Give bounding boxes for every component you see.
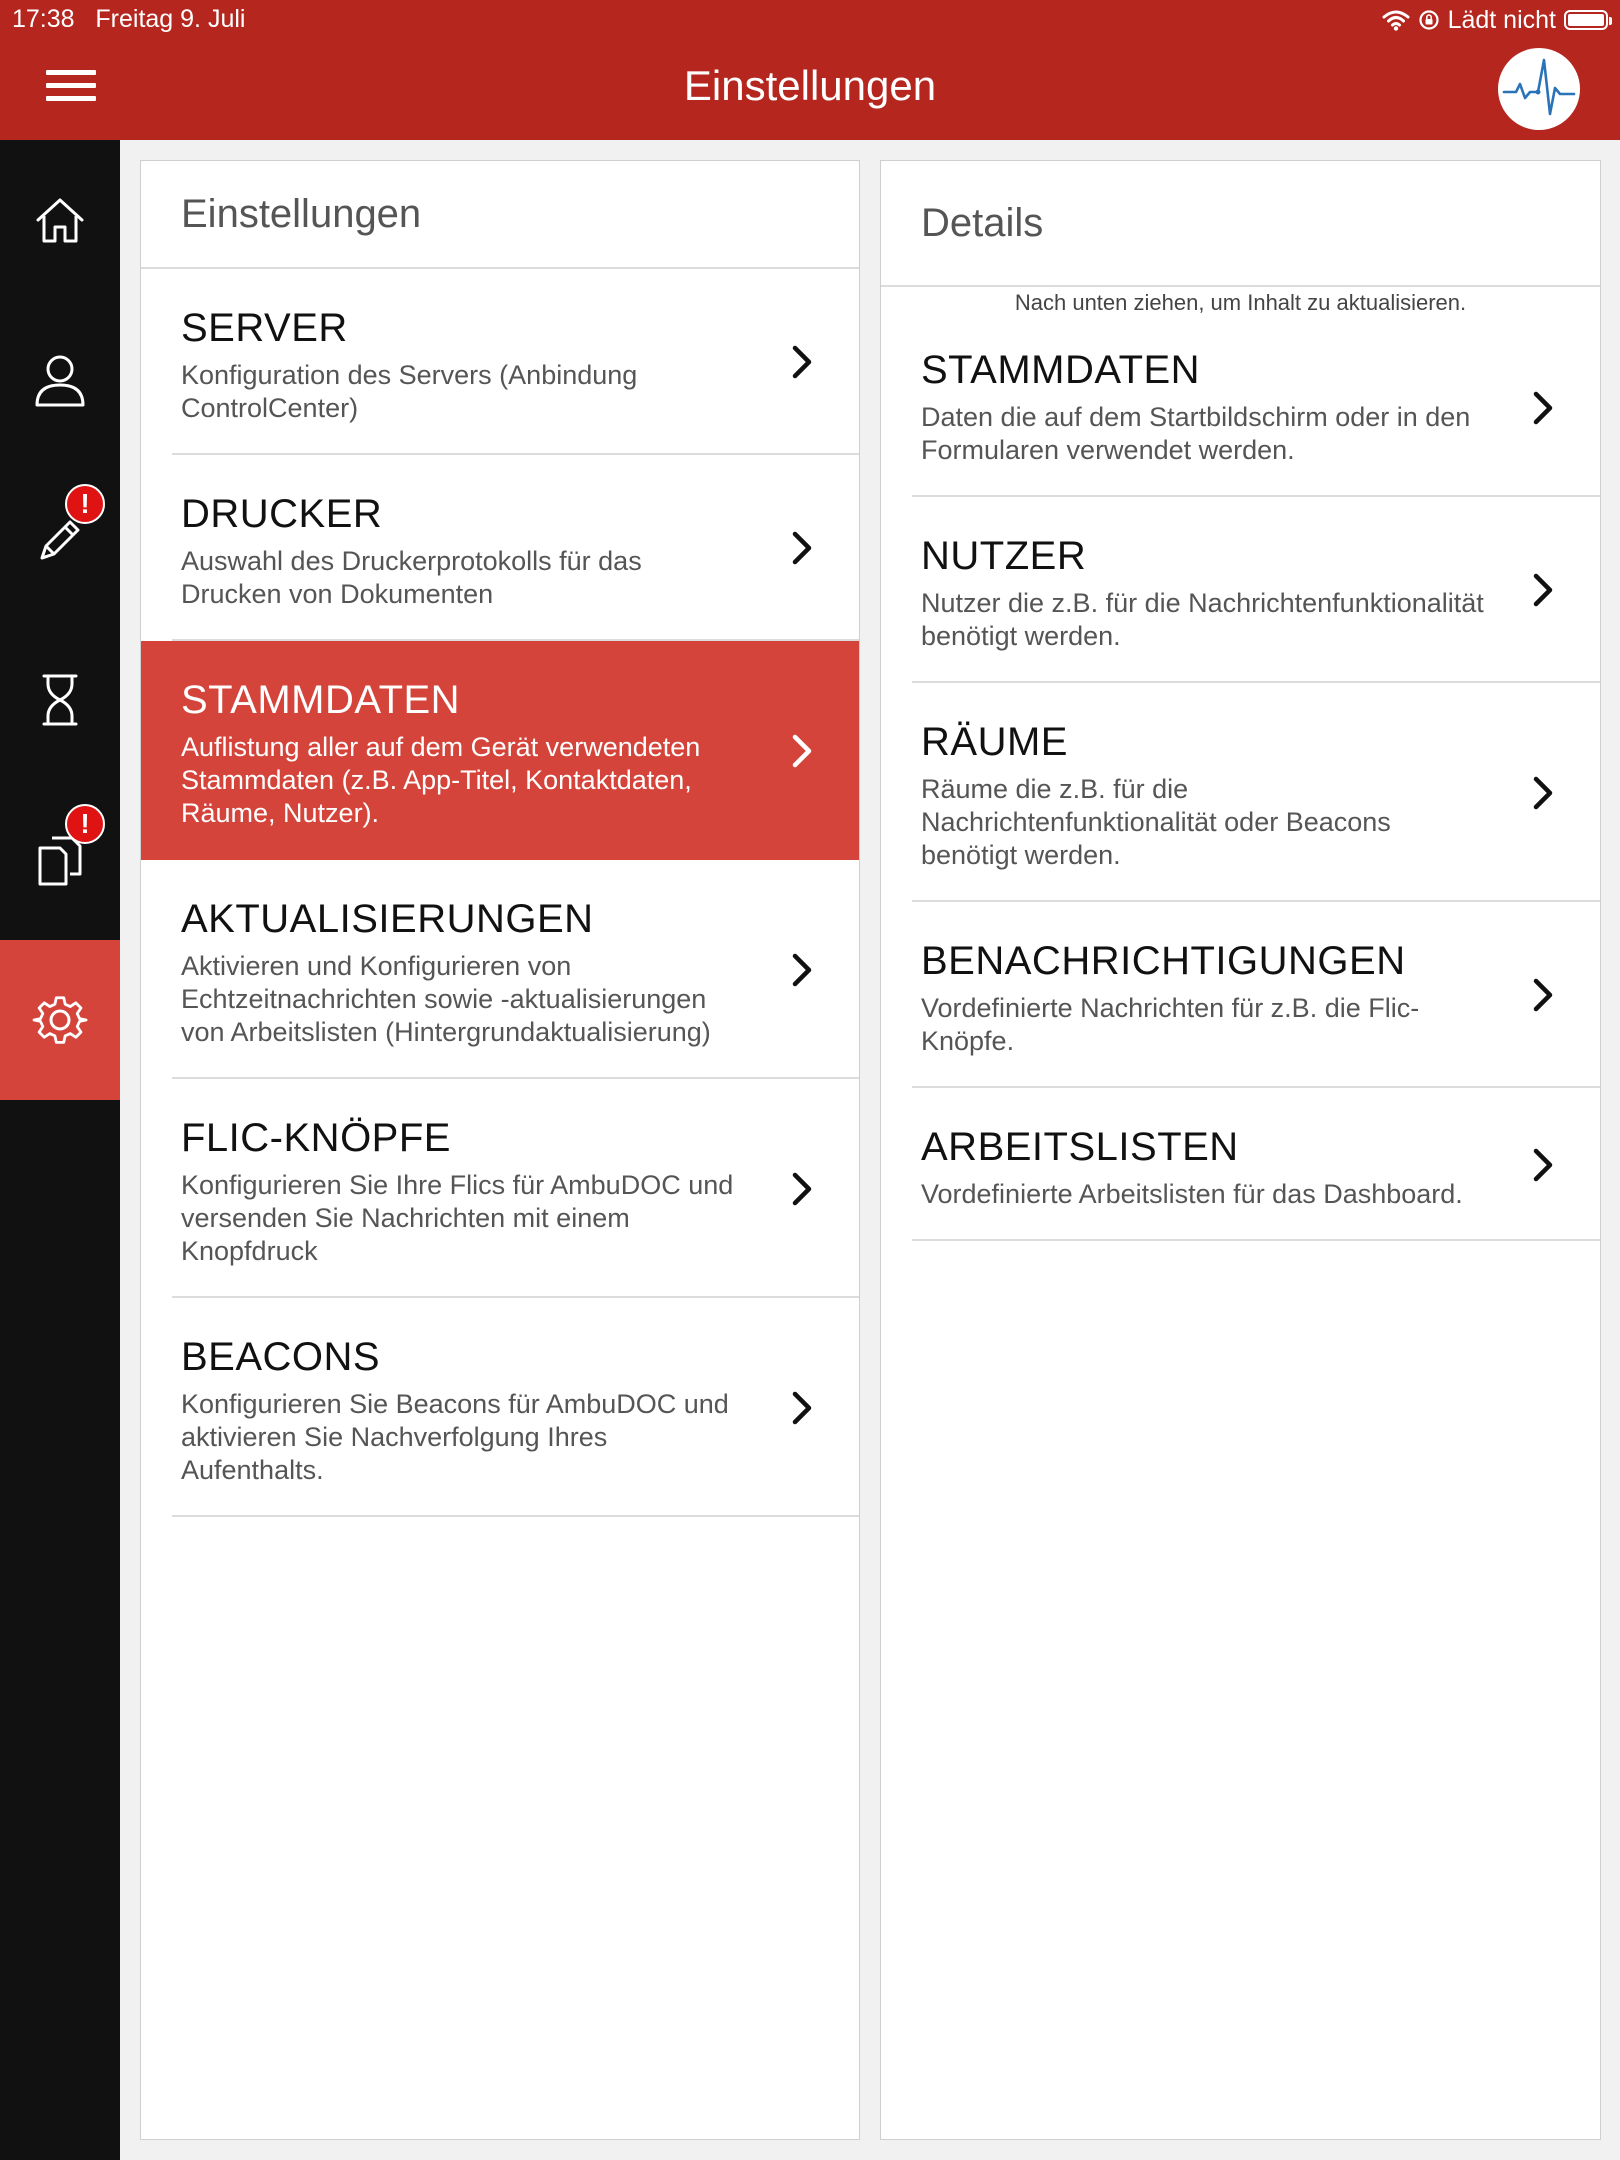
settings-item-drucker[interactable]: DRUCKER Auswahl des Druckerprotokolls fü… xyxy=(141,455,859,641)
status-time-date: 17:38 Freitag 9. Juli xyxy=(12,5,246,33)
item-title: STAMMDATEN xyxy=(921,348,1201,392)
chevron-right-icon xyxy=(1533,978,1553,1012)
item-description: Auswahl des Druckerprotokolls für das Dr… xyxy=(181,546,642,609)
nav-edit[interactable]: ! xyxy=(0,460,120,620)
item-title: DRUCKER xyxy=(181,492,383,536)
item-title: RÄUME xyxy=(921,720,1068,764)
nav-settings[interactable] xyxy=(0,940,120,1100)
item-description: Konfigurieren Sie Beacons für AmbuDOC un… xyxy=(181,1389,729,1485)
chevron-right-icon xyxy=(1533,391,1553,425)
item-description: Aktivieren und Konfigurieren von Echtzei… xyxy=(181,951,711,1047)
item-description: Konfiguration des Servers (Anbindung Con… xyxy=(181,360,638,423)
item-description: Vordefinierte Arbeitslisten für das Dash… xyxy=(921,1179,1463,1209)
orientation-lock-icon xyxy=(1418,10,1439,30)
item-title: NUTZER xyxy=(921,534,1087,578)
home-icon xyxy=(36,198,84,243)
top-bar: 17:38 Freitag 9. Juli Lädt nicht Einstel… xyxy=(0,0,1620,140)
side-navigation: ! ! xyxy=(0,140,120,2160)
nav-documents[interactable]: ! xyxy=(0,780,120,940)
hourglass-icon xyxy=(42,674,78,726)
chevron-right-icon xyxy=(792,1391,812,1424)
notification-badge: ! xyxy=(65,484,105,524)
charging-status-text: Lädt nicht xyxy=(1447,5,1556,34)
details-panel: Details Nach unten ziehen, um Inhalt zu … xyxy=(880,160,1601,2140)
chevron-right-icon xyxy=(1533,573,1553,607)
item-description: Nutzer die z.B. für die Nachrichtenfunkt… xyxy=(921,588,1484,651)
item-title: BEACONS xyxy=(181,1335,381,1379)
nav-history[interactable] xyxy=(0,620,120,780)
user-icon xyxy=(35,355,85,407)
settings-panel-title: Einstellungen xyxy=(141,161,859,269)
details-item-raeume[interactable]: RÄUME Räume die z.B. für die Nachrichten… xyxy=(881,683,1600,902)
settings-item-server[interactable]: SERVER Konfiguration des Servers (Anbind… xyxy=(141,269,859,455)
item-description: Daten die auf dem Startbildschirm oder i… xyxy=(921,402,1471,465)
pull-to-refresh-hint: Nach unten ziehen, um Inhalt zu aktualis… xyxy=(1014,290,1467,315)
chevron-right-icon xyxy=(792,953,812,986)
item-title: BENACHRICHTIGUNGEN xyxy=(921,939,1406,983)
battery-icon xyxy=(1564,10,1612,30)
item-title: FLIC-KNÖPFE xyxy=(181,1116,451,1160)
item-description: Vordefinierte Nachrichten für z.B. die F… xyxy=(921,993,1420,1056)
chevron-right-icon xyxy=(1533,776,1553,809)
nav-profile[interactable] xyxy=(0,300,120,460)
heartbeat-logo-icon xyxy=(1502,58,1576,116)
wifi-icon xyxy=(1382,10,1410,31)
details-item-benachrichtigungen[interactable]: BENACHRICHTIGUNGEN Vordefinierte Nachric… xyxy=(881,902,1600,1088)
page-title: Einstellungen xyxy=(683,62,937,109)
settings-panel: Einstellungen SERVER Konfiguration des S… xyxy=(140,160,860,2140)
status-indicators: Lädt nicht xyxy=(1382,4,1612,36)
details-item-arbeitslisten[interactable]: ARBEITSLISTEN Vordefinierte Arbeitsliste… xyxy=(881,1088,1600,1241)
gear-icon xyxy=(32,996,88,1044)
chevron-right-icon xyxy=(792,1172,812,1205)
item-title: SERVER xyxy=(181,306,348,350)
nav-home[interactable] xyxy=(0,140,120,300)
settings-item-stammdaten[interactable]: STAMMDATEN Auflistung aller auf dem Gerä… xyxy=(141,641,859,860)
details-panel-title: Details xyxy=(881,161,1600,287)
settings-item-aktualisierungen[interactable]: AKTUALISIERUNGEN Aktivieren und Konfigur… xyxy=(141,860,859,1079)
settings-item-flic-knoepfe[interactable]: FLIC-KNÖPFE Konfigurieren Sie Ihre Flics… xyxy=(141,1079,859,1298)
notification-badge: ! xyxy=(65,804,105,844)
chevron-right-icon xyxy=(792,531,812,565)
app-logo[interactable] xyxy=(1498,48,1580,130)
item-description: Konfigurieren Sie Ihre Flics für AmbuDOC… xyxy=(181,1170,734,1266)
item-title: ARBEITSLISTEN xyxy=(921,1125,1239,1169)
item-description: Auflistung aller auf dem Gerät verwendet… xyxy=(181,732,701,828)
details-item-nutzer[interactable]: NUTZER Nutzer die z.B. für die Nachricht… xyxy=(881,497,1600,683)
item-title: AKTUALISIERUNGEN xyxy=(181,897,594,941)
chevron-right-icon xyxy=(1533,1148,1553,1181)
details-item-stammdaten[interactable]: STAMMDATEN Daten die auf dem Startbildsc… xyxy=(881,319,1600,497)
item-title: STAMMDATEN xyxy=(181,678,461,722)
settings-item-beacons[interactable]: BEACONS Konfigurieren Sie Beacons für Am… xyxy=(141,1298,859,1517)
item-description: Räume die z.B. für die Nachrichtenfunkti… xyxy=(921,774,1391,870)
chevron-right-icon xyxy=(792,734,812,767)
chevron-right-icon xyxy=(792,345,812,379)
